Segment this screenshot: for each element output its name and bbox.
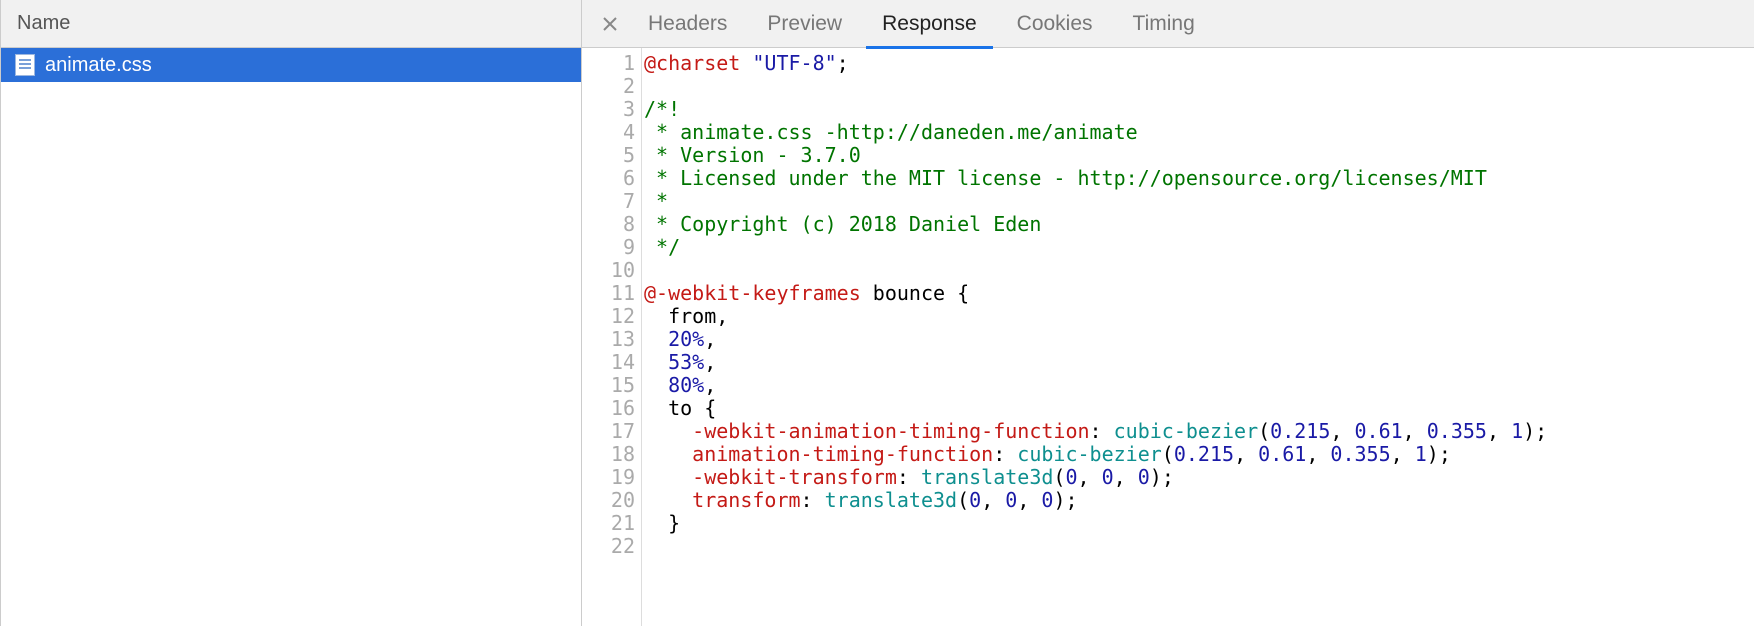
- code-line: * Licensed under the MIT license - http:…: [644, 167, 1754, 190]
- code-line: * Version - 3.7.0: [644, 144, 1754, 167]
- line-number: 1: [582, 52, 635, 75]
- line-number: 10: [582, 259, 635, 282]
- code-line: /*!: [644, 98, 1754, 121]
- file-list: animate.css: [1, 48, 581, 626]
- code-line: @charset "UTF-8";: [644, 52, 1754, 75]
- code-content[interactable]: @charset "UTF-8"; /*! * animate.css -htt…: [642, 48, 1754, 626]
- line-number: 16: [582, 397, 635, 420]
- code-line: */: [644, 236, 1754, 259]
- line-number: 2: [582, 75, 635, 98]
- details-panel: HeadersPreviewResponseCookiesTiming 1234…: [582, 0, 1754, 626]
- details-tabs-bar: HeadersPreviewResponseCookiesTiming: [582, 0, 1754, 48]
- tab-timing[interactable]: Timing: [1113, 0, 1215, 48]
- line-number: 18: [582, 443, 635, 466]
- response-code-area[interactable]: 12345678910111213141516171819202122 @cha…: [582, 48, 1754, 626]
- line-number: 3: [582, 98, 635, 121]
- code-line: [644, 75, 1754, 98]
- line-number: 14: [582, 351, 635, 374]
- code-line: -webkit-animation-timing-function: cubic…: [644, 420, 1754, 443]
- code-line: 80%,: [644, 374, 1754, 397]
- code-line: *: [644, 190, 1754, 213]
- line-number: 17: [582, 420, 635, 443]
- line-number: 4: [582, 121, 635, 144]
- line-number: 22: [582, 535, 635, 558]
- code-line: * Copyright (c) 2018 Daniel Eden: [644, 213, 1754, 236]
- line-number: 11: [582, 282, 635, 305]
- code-line: }: [644, 512, 1754, 535]
- line-number: 9: [582, 236, 635, 259]
- line-number: 15: [582, 374, 635, 397]
- code-line: to {: [644, 397, 1754, 420]
- code-line: [644, 535, 1754, 558]
- code-line: transform: translate3d(0, 0, 0);: [644, 489, 1754, 512]
- code-line: 53%,: [644, 351, 1754, 374]
- file-row[interactable]: animate.css: [1, 48, 581, 82]
- code-line: [644, 259, 1754, 282]
- code-line: @-webkit-keyframes bounce {: [644, 282, 1754, 305]
- line-number: 5: [582, 144, 635, 167]
- code-line: 20%,: [644, 328, 1754, 351]
- tab-preview[interactable]: Preview: [747, 0, 862, 48]
- file-name-label: animate.css: [45, 54, 152, 77]
- line-number: 6: [582, 167, 635, 190]
- line-number: 12: [582, 305, 635, 328]
- network-file-panel: Name animate.css: [0, 0, 582, 626]
- name-column-header[interactable]: Name: [1, 0, 581, 48]
- code-line: * animate.css -http://daneden.me/animate: [644, 121, 1754, 144]
- line-gutter: 12345678910111213141516171819202122: [582, 48, 642, 626]
- line-number: 21: [582, 512, 635, 535]
- code-line: animation-timing-function: cubic-bezier(…: [644, 443, 1754, 466]
- line-number: 13: [582, 328, 635, 351]
- tab-headers[interactable]: Headers: [628, 0, 747, 48]
- line-number: 20: [582, 489, 635, 512]
- line-number: 8: [582, 213, 635, 236]
- line-number: 7: [582, 190, 635, 213]
- close-icon[interactable]: [592, 0, 628, 48]
- tabs-holder: HeadersPreviewResponseCookiesTiming: [628, 0, 1215, 48]
- code-line: -webkit-transform: translate3d(0, 0, 0);: [644, 466, 1754, 489]
- tab-cookies[interactable]: Cookies: [997, 0, 1113, 48]
- tab-response[interactable]: Response: [862, 0, 997, 48]
- file-icon: [15, 54, 35, 76]
- code-line: from,: [644, 305, 1754, 328]
- line-number: 19: [582, 466, 635, 489]
